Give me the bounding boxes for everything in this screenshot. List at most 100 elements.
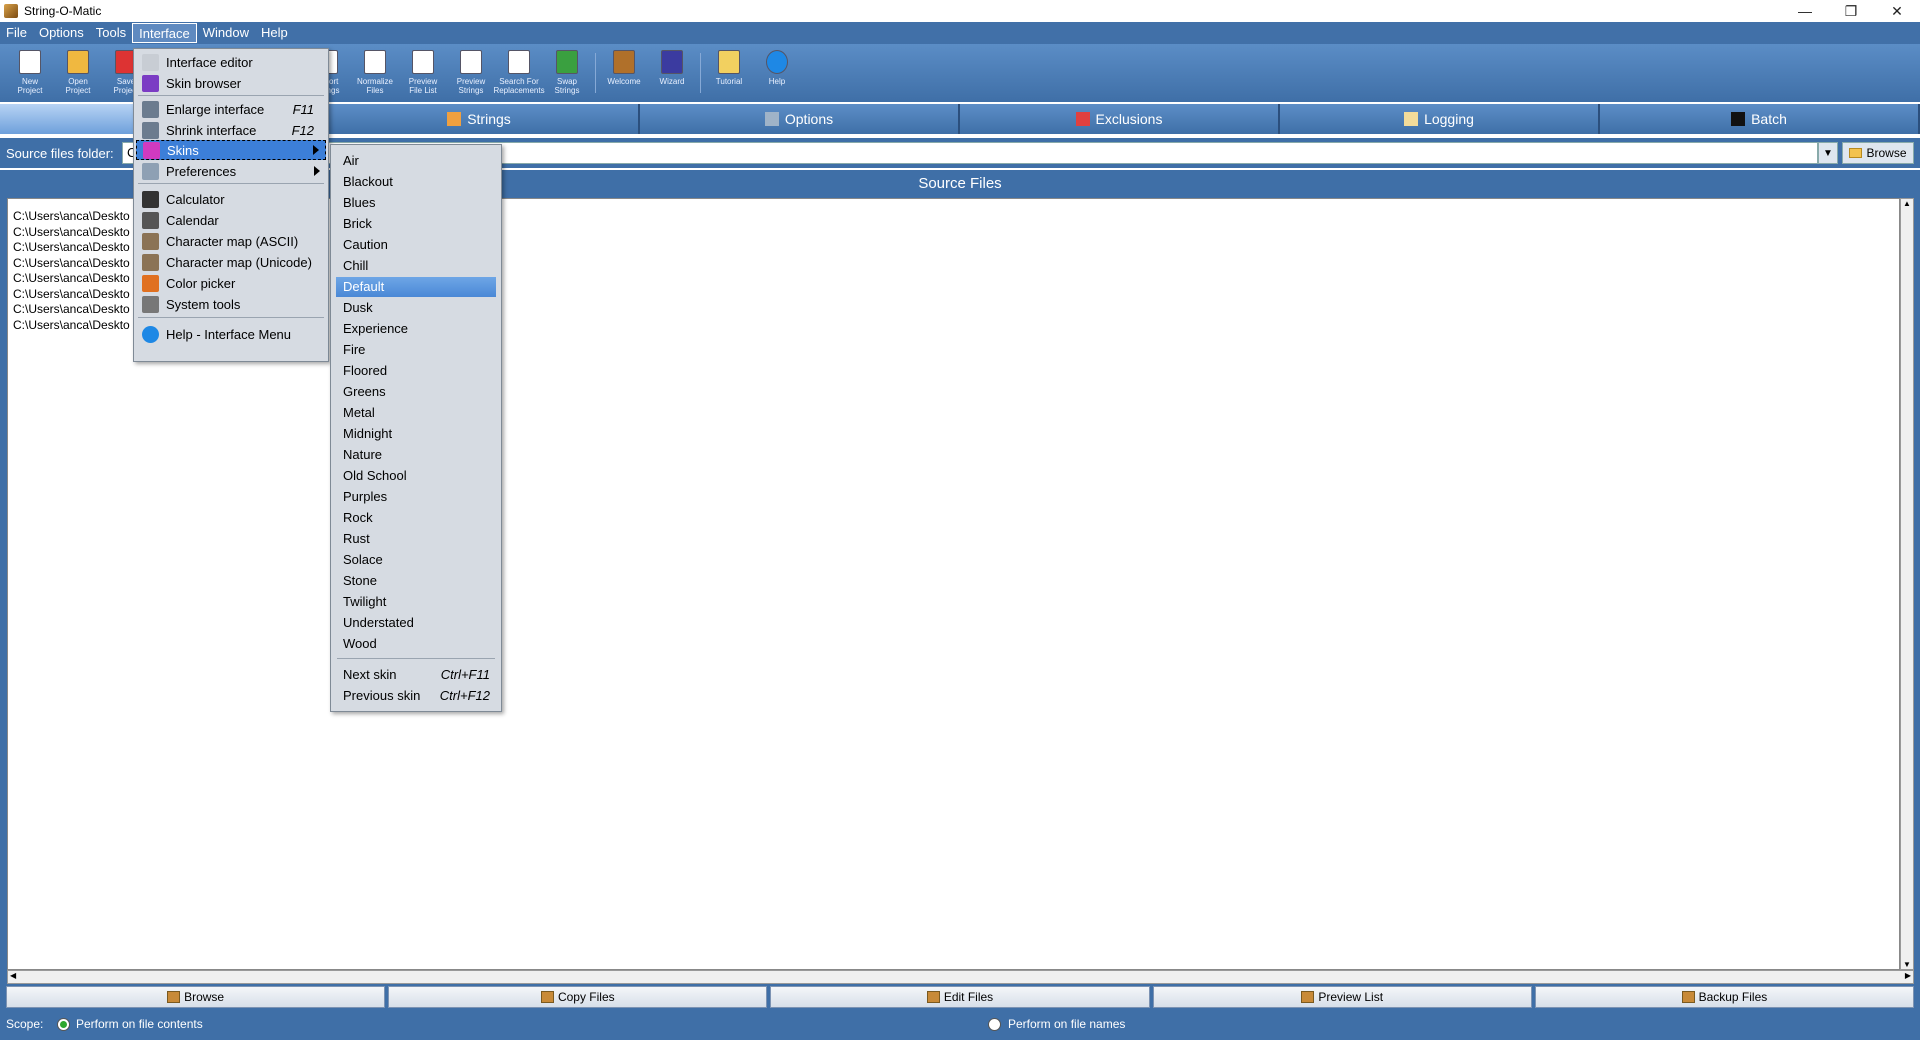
list-item[interactable]: C:\Users\anca\Deskto <box>13 256 130 270</box>
preview-list-button[interactable]: Preview List <box>1152 986 1532 1008</box>
skin-item-midnight[interactable]: Midnight <box>336 424 496 444</box>
horizontal-scrollbar[interactable]: ◀ ▶ <box>7 970 1914 984</box>
list-item[interactable]: C:\Users\anca\Deskto <box>13 225 130 239</box>
menu-options[interactable]: Options <box>33 23 90 43</box>
menu-item-shrink-interface[interactable]: Shrink interface F12 <box>136 120 326 140</box>
menu-item-previous-skin[interactable]: Previous skin Ctrl+F12 <box>336 686 496 706</box>
menu-item-next-skin[interactable]: Next skin Ctrl+F11 <box>336 665 496 685</box>
menu-item-help-interface-menu[interactable]: Help - Interface Menu <box>136 324 326 344</box>
skin-item-floored[interactable]: Floored <box>336 361 496 381</box>
list-item[interactable]: C:\Users\anca\Deskto <box>13 240 130 254</box>
menu-item-enlarge-interface[interactable]: Enlarge interface F11 <box>136 99 326 119</box>
browse-folder-button[interactable]: Browse <box>1842 142 1914 164</box>
list-item[interactable]: C:\Users\anca\Deskto <box>13 302 130 316</box>
skin-item-caution[interactable]: Caution <box>336 235 496 255</box>
open-project-button[interactable]: Open Project <box>54 44 102 102</box>
normalize-files-label: Normalize Files <box>356 77 393 95</box>
skin-item-old-school[interactable]: Old School <box>336 466 496 486</box>
copy-files-button[interactable]: Copy Files <box>388 986 768 1008</box>
skin-item-chill[interactable]: Chill <box>336 256 496 276</box>
skin-item-understated[interactable]: Understated <box>336 613 496 633</box>
list-item[interactable]: C:\Users\anca\Deskto <box>13 209 130 223</box>
skin-item-fire[interactable]: Fire <box>336 340 496 360</box>
menu-item-skins[interactable]: Skins <box>136 140 326 160</box>
tab-logging[interactable]: Logging <box>1280 104 1600 134</box>
skin-item-blues[interactable]: Blues <box>336 193 496 213</box>
skin-item-stone[interactable]: Stone <box>336 571 496 591</box>
bottom-button-bar: Browse Copy Files Edit Files Preview List Ba… <box>0 984 1920 1010</box>
swap-strings-icon <box>556 50 578 74</box>
scope-radio-names[interactable] <box>988 1018 1001 1031</box>
close-button[interactable]: ✕ <box>1874 0 1920 22</box>
scroll-right-icon[interactable]: ▶ <box>1905 971 1911 980</box>
menu-item-calendar[interactable]: Calendar <box>136 210 326 230</box>
preferences-icon <box>142 162 159 180</box>
scope-radio-names-label[interactable]: Perform on file names <box>1008 1017 1125 1031</box>
tab-options[interactable]: Options <box>640 104 960 134</box>
source-folder-dropdown[interactable]: ▼ <box>1818 142 1838 164</box>
minimize-button[interactable]: — <box>1782 0 1828 22</box>
vertical-scrollbar[interactable]: ▲ ▼ <box>1900 198 1914 970</box>
backup-files-button[interactable]: Backup Files <box>1534 986 1915 1008</box>
menu-item-preferences[interactable]: Preferences <box>136 161 326 181</box>
logging-tab-icon <box>1404 112 1419 126</box>
title-bar: String-O-Matic — ❐ ✕ <box>0 0 1920 22</box>
skin-item-blackout[interactable]: Blackout <box>336 172 496 192</box>
normalize-files-button[interactable]: Normalize Files <box>351 44 399 102</box>
skin-item-metal[interactable]: Metal <box>336 403 496 423</box>
skin-item-nature[interactable]: Nature <box>336 445 496 465</box>
list-item[interactable]: C:\Users\anca\Deskto <box>13 318 130 332</box>
skin-item-brick[interactable]: Brick <box>336 214 496 234</box>
skin-item-twilight[interactable]: Twilight <box>336 592 496 612</box>
menu-item-skin-browser[interactable]: Skin browser <box>136 73 326 93</box>
swap-strings-button[interactable]: Swap Strings <box>543 44 591 102</box>
scroll-up-icon[interactable]: ▲ <box>1903 199 1911 208</box>
browse-button[interactable]: Browse <box>6 986 386 1008</box>
search-replacements-button[interactable]: Search For Replacements <box>493 44 545 102</box>
menu-help[interactable]: Help <box>255 23 294 43</box>
skin-item-dusk[interactable]: Dusk <box>336 298 496 318</box>
scroll-left-icon[interactable]: ◀ <box>10 971 16 980</box>
tutorial-button[interactable]: Tutorial <box>705 44 753 102</box>
menu-item-character-map-unicode[interactable]: Character map (Unicode) <box>136 252 326 272</box>
help-button[interactable]: Help <box>753 44 801 102</box>
skin-item-purples[interactable]: Purples <box>336 487 496 507</box>
wizard-button[interactable]: Wizard <box>648 44 696 102</box>
list-item[interactable]: C:\Users\anca\Deskto <box>13 271 130 285</box>
menu-interface[interactable]: Interface <box>132 23 197 43</box>
scroll-down-icon[interactable]: ▼ <box>1903 960 1911 969</box>
menu-tools[interactable]: Tools <box>90 23 132 43</box>
restore-button[interactable]: ❐ <box>1828 0 1874 22</box>
skins-submenu: Air Blackout Blues Brick Caution Chill Default… <box>330 144 502 712</box>
menu-item-calculator[interactable]: Calculator <box>136 189 326 209</box>
skin-item-wood[interactable]: Wood <box>336 634 496 654</box>
preview-file-list-button[interactable]: Preview File List <box>399 44 447 102</box>
tab-label: Strings <box>467 111 511 127</box>
skin-item-rock[interactable]: Rock <box>336 508 496 528</box>
menu-window[interactable]: Window <box>197 23 255 43</box>
list-item[interactable]: C:\Users\anca\Deskto <box>13 287 130 301</box>
menu-file[interactable]: File <box>0 23 33 43</box>
skin-item-rust[interactable]: Rust <box>336 529 496 549</box>
preview-strings-button[interactable]: Preview Strings <box>447 44 495 102</box>
menu-item-character-map-ascii[interactable]: Character map (ASCII) <box>136 231 326 251</box>
menu-item-color-picker[interactable]: Color picker <box>136 273 326 293</box>
scope-radio-contents-label[interactable]: Perform on file contents <box>76 1017 203 1031</box>
skin-item-solace[interactable]: Solace <box>336 550 496 570</box>
scope-radio-contents[interactable] <box>57 1018 70 1031</box>
tab-strings[interactable]: Strings <box>320 104 640 134</box>
skin-item-default[interactable]: Default <box>336 277 496 297</box>
menu-item-interface-editor[interactable]: Interface editor <box>136 52 326 72</box>
skin-item-air[interactable]: Air <box>336 151 496 171</box>
charmap-ascii-icon <box>142 232 159 250</box>
skin-item-experience[interactable]: Experience <box>336 319 496 339</box>
tab-batch[interactable]: Batch <box>1600 104 1920 134</box>
new-project-button[interactable]: New Project <box>6 44 54 102</box>
welcome-button[interactable]: Welcome <box>600 44 648 102</box>
new-project-icon <box>19 50 41 74</box>
menu-separator <box>138 183 324 184</box>
menu-item-system-tools[interactable]: System tools <box>136 294 326 314</box>
tab-exclusions[interactable]: Exclusions <box>960 104 1280 134</box>
skin-item-greens[interactable]: Greens <box>336 382 496 402</box>
edit-files-button[interactable]: Edit Files <box>770 986 1150 1008</box>
